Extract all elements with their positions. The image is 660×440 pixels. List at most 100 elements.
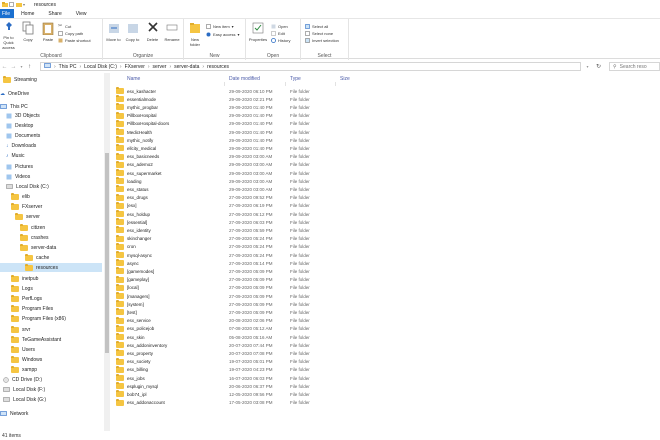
table-row[interactable]: esx_kashacter 29-09-2020 06:10 PM File fol… bbox=[113, 87, 373, 95]
sidebar-item-perflogs[interactable]: PerfLogs bbox=[0, 294, 102, 303]
sidebar-item-documents[interactable]: Documents bbox=[0, 131, 102, 140]
cut-button[interactable]: ✂ Cut bbox=[58, 23, 71, 29]
sidebar-item-elib[interactable]: elib bbox=[0, 192, 102, 201]
table-row[interactable]: [esx] 27-09-2020 06:19 PM File folder bbox=[113, 201, 373, 210]
table-row[interactable]: async 27-09-2020 05:14 PM File folder bbox=[113, 259, 373, 267]
sidebar-item-xampp[interactable]: xampp bbox=[0, 365, 102, 374]
sidebar-item-3d-objects[interactable]: 3D Objects bbox=[0, 111, 102, 120]
sidebar-item-server[interactable]: server bbox=[0, 212, 102, 221]
select-none-button[interactable]: Select none bbox=[305, 30, 333, 36]
sidebar-item-fxserver[interactable]: FXserver bbox=[0, 202, 102, 211]
paste-button[interactable]: Paste bbox=[40, 21, 56, 42]
table-row[interactable]: esx_holdup 27-09-2020 06:12 PM File folder bbox=[113, 210, 373, 218]
sidebar-item-users[interactable]: Users bbox=[0, 345, 102, 354]
column-header-date[interactable]: Date modified bbox=[229, 76, 260, 82]
properties-button[interactable]: Properties bbox=[248, 21, 268, 42]
sidebar-item-srvr[interactable]: srvr bbox=[0, 325, 102, 334]
easy-access-button[interactable]: Easy access ▾ bbox=[206, 31, 239, 37]
sidebar-item-local-disk-g[interactable]: Local Disk (G:) bbox=[0, 395, 102, 404]
table-row[interactable]: esx_basicneeds 29-09-2020 03:00 AM File fo… bbox=[113, 152, 373, 161]
sidebar-item-citizen[interactable]: citizen bbox=[0, 223, 102, 232]
table-row[interactable]: esplugin_mysql 20-06-2020 06:37 PM File fo… bbox=[113, 382, 373, 390]
table-row[interactable]: bob74_ipl 12-05-2020 09:56 PM File folder bbox=[113, 390, 373, 398]
breadcrumb-local-disk[interactable]: Local Disk (C:) bbox=[84, 64, 117, 70]
properties-quick-icon[interactable] bbox=[9, 2, 14, 7]
sidebar-item-local-disk-c[interactable]: Local Disk (C:) bbox=[0, 182, 102, 191]
tab-view[interactable]: View bbox=[69, 9, 94, 18]
table-row[interactable]: [system] 27-09-2020 05:09 PM File folder bbox=[113, 300, 373, 308]
sidebar-item-inetpub[interactable]: inetpub bbox=[0, 274, 102, 283]
search-box[interactable]: ⚲ Search reso bbox=[609, 62, 660, 71]
edit-button[interactable]: Edit bbox=[271, 30, 285, 36]
up-button[interactable]: ↑ bbox=[25, 62, 34, 71]
recent-locations-button[interactable]: ▾ bbox=[18, 62, 25, 71]
table-row[interactable]: essentialmode 29-09-2020 02:21 PM File fol… bbox=[113, 95, 373, 103]
open-button[interactable]: Open bbox=[271, 23, 288, 29]
table-row[interactable]: esx_policejob 07-08-2020 05:12 AM File fol… bbox=[113, 324, 373, 333]
copy-path-button[interactable]: Copy path bbox=[58, 30, 83, 36]
address-dropdown-button[interactable]: ▾ bbox=[583, 62, 592, 71]
table-row[interactable]: esx_supermarket 29-09-2020 03:00 AM File f… bbox=[113, 169, 373, 177]
table-row[interactable]: esx_ademo2 29-09-2020 03:00 AM File folder bbox=[113, 160, 373, 169]
move-to-button[interactable]: Move to bbox=[105, 21, 122, 42]
invert-selection-button[interactable]: Invert selection bbox=[305, 37, 339, 43]
sidebar-item-program-files[interactable]: Program Files bbox=[0, 304, 102, 313]
sidebar-item-cd-drive-d[interactable]: CD Drive (D:) bbox=[0, 375, 102, 384]
table-row[interactable]: mysql-async 27-09-2020 05:24 PM File folde… bbox=[113, 251, 373, 259]
sidebar-item-this-pc[interactable]: This PC bbox=[0, 102, 102, 111]
sidebar-item-logs[interactable]: Logs bbox=[0, 284, 102, 293]
table-row[interactable]: cron 27-09-2020 05:24 PM File folder bbox=[113, 242, 373, 251]
delete-button[interactable]: Delete bbox=[144, 21, 161, 42]
table-row[interactable]: esx_addonaccount 17-05-2020 03:08 PM File … bbox=[113, 398, 373, 407]
sidebar-item-tegameassistant[interactable]: TeGameAssistant bbox=[0, 335, 102, 344]
sidebar-item-onedrive[interactable]: ☁ OneDrive bbox=[0, 89, 102, 98]
scrollbar-thumb[interactable] bbox=[105, 153, 109, 353]
table-row[interactable]: skinchanger 27-09-2020 05:24 PM File folde… bbox=[113, 234, 373, 243]
rename-button[interactable]: Rename bbox=[163, 21, 181, 42]
table-row[interactable]: esx_drugs 27-09-2020 09:52 PM File folder bbox=[113, 193, 373, 202]
history-button[interactable]: History bbox=[271, 37, 290, 43]
column-header-type[interactable]: Type bbox=[290, 76, 301, 82]
sidebar-item-videos[interactable]: Videos bbox=[0, 172, 102, 181]
table-row[interactable]: [local] 27-09-2020 05:09 PM File folder bbox=[113, 283, 373, 292]
table-row[interactable]: esx_service 20-08-2020 02:06 PM File folde… bbox=[113, 316, 373, 325]
breadcrumb-server-data[interactable]: server-data bbox=[174, 64, 199, 70]
sidebar-item-downloads[interactable]: ↓ Downloads bbox=[0, 141, 102, 150]
sidebar-item-local-disk-f[interactable]: Local Disk (F:) bbox=[0, 385, 102, 394]
column-header-size[interactable]: Size bbox=[340, 76, 350, 82]
table-row[interactable]: mythic_notify 29-09-2020 01:40 PM File fol… bbox=[113, 136, 373, 144]
copy-to-button[interactable]: Copy to bbox=[124, 21, 141, 42]
table-row[interactable]: esx_society 19-07-2020 05:01 PM File folde… bbox=[113, 357, 373, 366]
table-row[interactable]: [gameplay] 27-09-2020 05:09 PM File folder bbox=[113, 275, 373, 284]
table-row[interactable]: PillboxHospital-doors 29-09-2020 01:40 PM… bbox=[113, 119, 373, 128]
table-row[interactable]: loading 29-09-2020 03:00 AM File folder bbox=[113, 177, 373, 185]
breadcrumb-this-pc[interactable]: This PC bbox=[59, 64, 77, 70]
table-row[interactable]: esx_skin 05-08-2020 05:16 AM File folder bbox=[113, 333, 373, 341]
pin-quick-access-button[interactable]: Pin to Quick access bbox=[0, 21, 17, 50]
table-row[interactable]: ellcity_medical 29-09-2020 01:40 PM File f… bbox=[113, 144, 373, 152]
select-all-button[interactable]: Select all bbox=[305, 23, 328, 29]
navigation-scrollbar[interactable] bbox=[104, 73, 110, 431]
table-row[interactable]: esx_identity 27-09-2020 05:59 PM File fold… bbox=[113, 226, 373, 234]
table-row[interactable]: esx_status 29-09-2020 03:00 AM File folder bbox=[113, 185, 373, 193]
tab-file[interactable]: File bbox=[0, 9, 15, 18]
sidebar-item-network[interactable]: Network bbox=[0, 409, 102, 418]
new-folder-quick-icon[interactable] bbox=[16, 2, 22, 7]
table-row[interactable]: [essential] 27-09-2020 06:03 PM File folde… bbox=[113, 218, 373, 226]
table-row[interactable]: MedicHealth 29-09-2020 01:40 PM File folde… bbox=[113, 128, 373, 136]
sidebar-item-server-data[interactable]: server-data bbox=[0, 243, 102, 252]
search-input[interactable]: Search reso bbox=[620, 64, 647, 70]
address-input[interactable]: › This PC › Local Disk (C:) › FXserver ›… bbox=[40, 62, 581, 71]
sidebar-item-cache[interactable]: cache bbox=[0, 253, 102, 262]
table-row[interactable]: esx_property 20-07-2020 07:08 PM File fold… bbox=[113, 349, 373, 357]
new-folder-button[interactable]: New folder bbox=[186, 21, 204, 47]
copy-button[interactable]: Copy bbox=[20, 21, 36, 42]
column-header-name[interactable]: Name bbox=[127, 76, 140, 82]
breadcrumb-fxserver[interactable]: FXserver bbox=[125, 64, 145, 70]
table-row[interactable]: PillboxHospital 29-09-2020 01:40 PM File f… bbox=[113, 111, 373, 120]
sidebar-item-windows[interactable]: Windows bbox=[0, 355, 102, 364]
table-row[interactable]: [gamemodes] 27-09-2020 05:09 PM File folde… bbox=[113, 267, 373, 275]
table-row[interactable]: mythic_progbar 29-09-2020 01:40 PM File fo… bbox=[113, 103, 373, 111]
sidebar-item-crashes[interactable]: crashes bbox=[0, 233, 102, 242]
sidebar-item-pictures[interactable]: Pictures bbox=[0, 162, 102, 171]
